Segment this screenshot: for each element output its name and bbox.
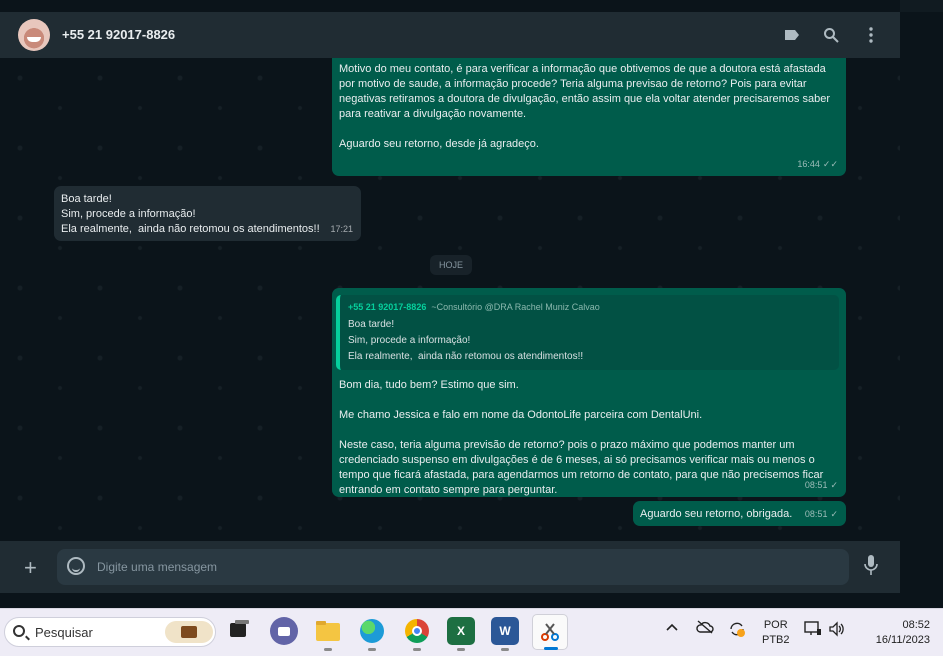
emoji-icon[interactable] [67,557,85,575]
message-input-placeholder: Digite uma mensagem [97,560,218,574]
keyboard-layout: PTB2 [762,634,790,646]
message-time: 08:51 ✓ [804,480,838,490]
date-divider: HOJE [430,255,472,275]
windows-taskbar: Pesquisar X W POR PTB2 08:52 16/11/2023 [0,608,943,656]
word-icon[interactable]: W [491,617,519,651]
contact-avatar[interactable] [18,19,50,51]
message-outgoing[interactable]: Me chamo Jessica e falo em nome da Odont… [332,58,846,176]
message-input[interactable]: Digite uma mensagem [57,549,849,585]
attach-plus-icon[interactable]: + [24,555,37,581]
quote-text: Boa tarde! Sim, procede a informação! El… [348,319,584,362]
clock-date: 16/11/2023 [875,634,930,646]
message-text: Boa tarde! Sim, procede a informação! El… [61,193,320,235]
snipping-tool-icon[interactable] [532,614,568,650]
task-view-icon[interactable] [226,617,254,645]
briefcase-icon [165,621,213,643]
volume-icon[interactable] [828,621,846,640]
sync-alert-icon[interactable] [728,620,746,641]
teams-chat-icon[interactable] [270,617,298,645]
clock-time: 08:52 [902,619,930,631]
chat-area[interactable]: Me chamo Jessica e falo em nome da Odont… [0,58,900,541]
taskbar-search[interactable]: Pesquisar [4,617,216,647]
taskbar-search-label: Pesquisar [35,625,93,640]
message-time: 08:51 ✓ [804,509,838,519]
input-language-indicator[interactable]: POR PTB2 [762,618,790,648]
microphone-icon[interactable] [864,554,878,578]
sent-receipt-icon: ✓ [830,509,838,519]
quote-group: ~Consultório @DRA Rachel Muniz Calvao [431,302,600,312]
excel-icon[interactable]: X [447,617,475,651]
search-icon[interactable] [821,25,841,45]
message-outgoing-reply[interactable]: +55 21 92017-8826 ~Consultório @DRA Rach… [332,288,846,497]
chevron-up-icon[interactable] [666,622,678,635]
edge-browser-icon[interactable] [358,617,386,651]
search-icon [13,625,25,637]
quote-author: +55 21 92017-8826 [348,302,427,312]
language-code: POR [763,619,788,631]
system-clock[interactable]: 08:52 16/11/2023 [860,618,930,648]
whatsapp-window: +55 21 92017-8826 Me chamo Jessica e fal… [0,0,900,608]
window-bottom-gap [0,593,943,608]
message-outgoing[interactable]: Aguardo seu retorno, obrigada. 08:51 ✓ [633,501,846,526]
label-icon[interactable] [782,25,802,45]
message-text: Me chamo Jessica e falo em nome da Odont… [339,63,830,150]
message-text: Bom dia, tudo bem? Estimo que sim. Me ch… [339,379,824,496]
message-time: 16:44 ✓✓ [797,159,838,169]
chat-header[interactable]: +55 21 92017-8826 [0,12,900,58]
composer-bar: + Digite uma mensagem [0,541,900,593]
display-network-icon[interactable] [804,621,822,640]
menu-icon[interactable] [861,25,881,45]
sent-receipt-icon: ✓ [830,480,838,490]
chrome-browser-icon[interactable] [403,617,431,651]
quoted-message[interactable]: +55 21 92017-8826 ~Consultório @DRA Rach… [336,295,839,370]
message-incoming[interactable]: Boa tarde! Sim, procede a informação! El… [54,186,361,241]
file-explorer-icon[interactable] [314,617,342,651]
read-receipt-icon: ✓✓ [822,159,838,169]
message-time: 17:21 [330,224,353,234]
cloud-offline-icon[interactable] [696,620,714,637]
contact-name[interactable]: +55 21 92017-8826 [62,27,175,42]
